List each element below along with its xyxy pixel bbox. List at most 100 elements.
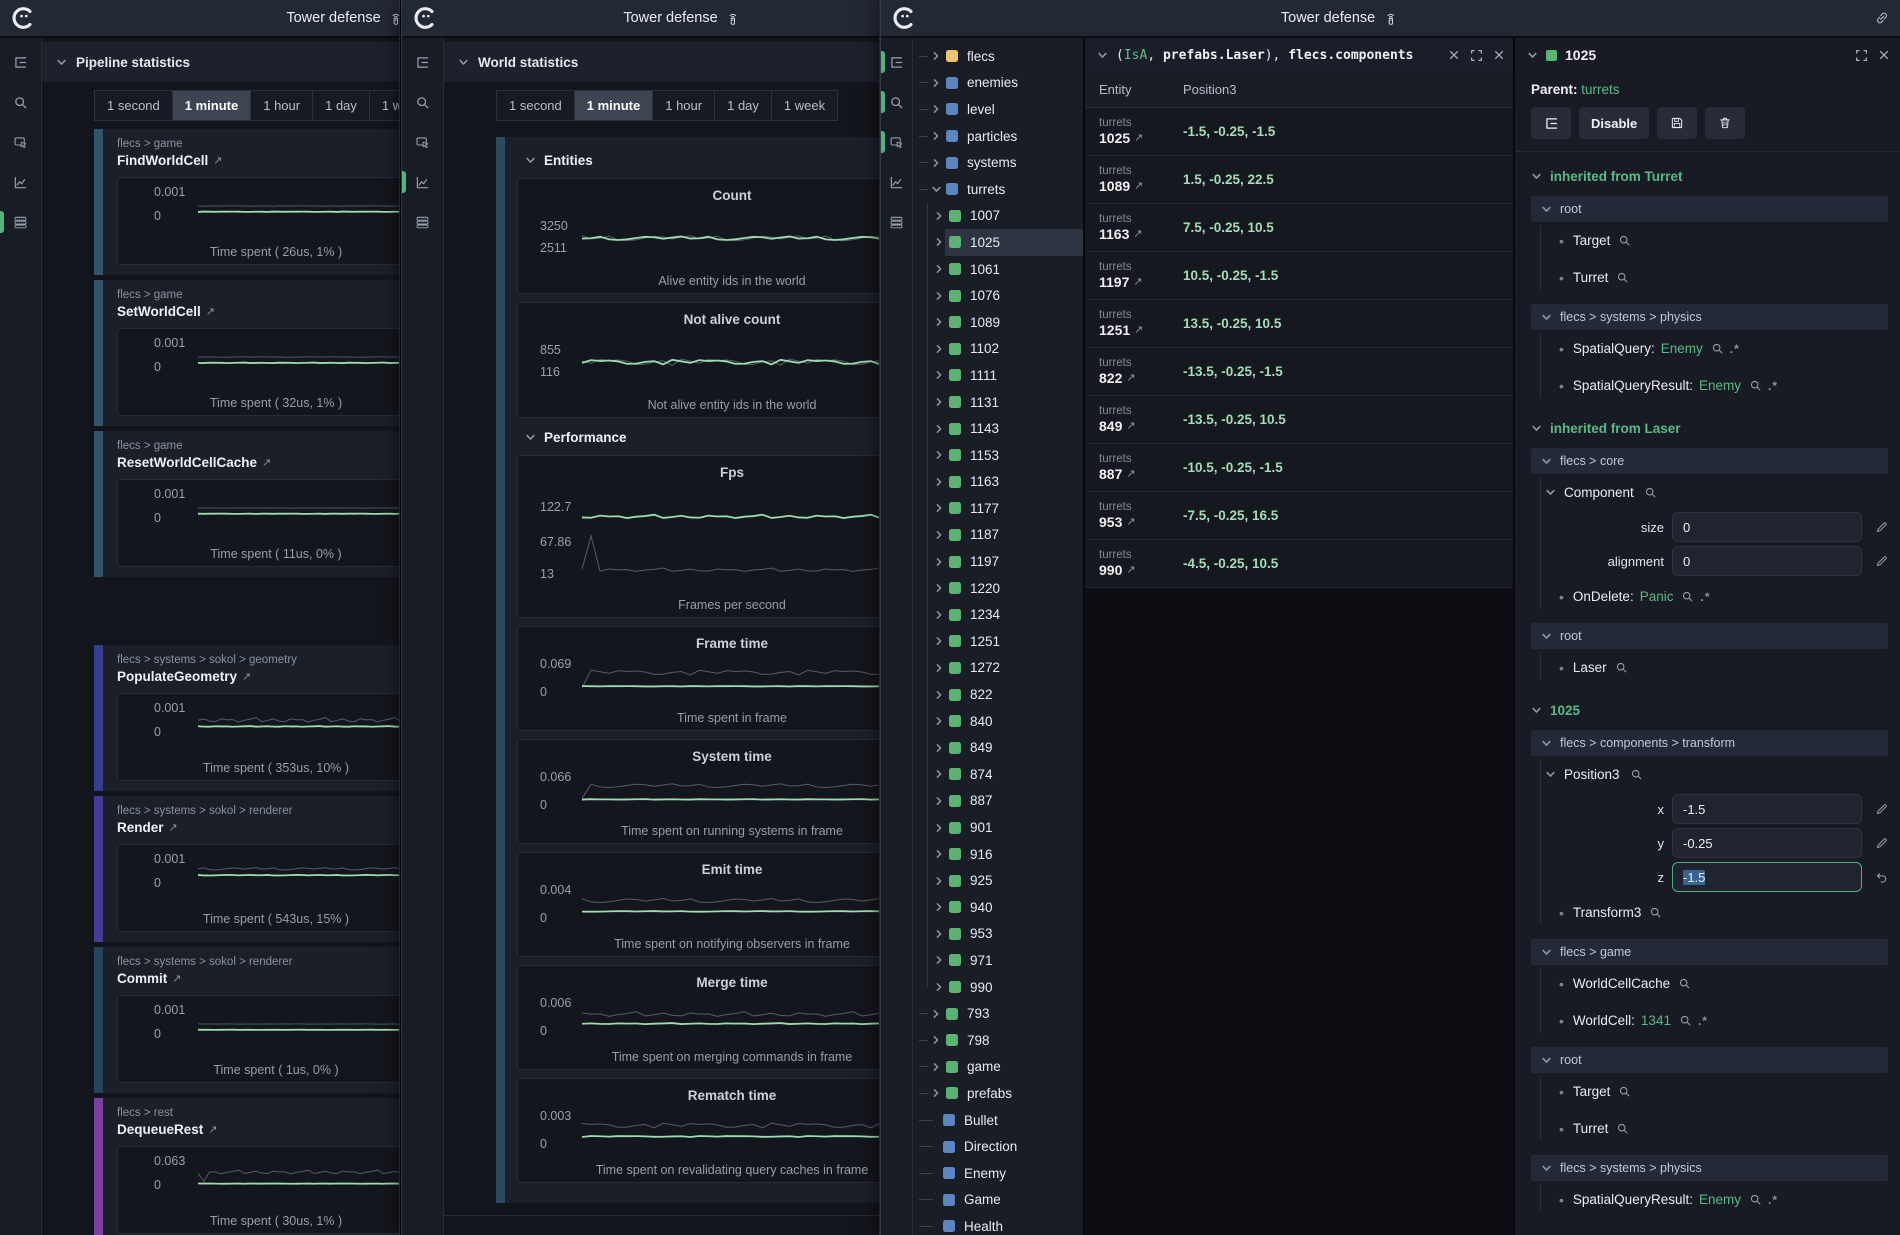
tree-item-1131[interactable]: 1131 — [913, 389, 1083, 416]
close-panel-icon[interactable] — [1493, 49, 1505, 61]
component-item-OnDelete[interactable]: •OnDelete:Panic.* — [1559, 578, 1888, 615]
wildcard-pair-icon[interactable]: .* — [1700, 590, 1710, 604]
close-panel-icon[interactable] — [1878, 49, 1890, 61]
tree-item-916[interactable]: 916 — [913, 841, 1083, 868]
chevron-right-icon[interactable] — [933, 902, 945, 912]
section-header-performance[interactable]: Performance — [525, 430, 879, 445]
component-item-Laser[interactable]: •Laser — [1559, 649, 1888, 686]
search-icon[interactable] — [1644, 486, 1657, 499]
chevron-right-icon[interactable] — [933, 823, 945, 833]
tree-item-940[interactable]: 940 — [913, 894, 1083, 921]
chevron-right-icon[interactable] — [930, 131, 942, 141]
tree-item-953[interactable]: 953 — [913, 921, 1083, 948]
tree-item-Direction[interactable]: Direction — [913, 1133, 1083, 1160]
external-link-icon[interactable]: ↗ — [242, 667, 251, 687]
query-result-row[interactable]: turrets1163↗7.5, -0.25, 10.5 — [1085, 204, 1513, 252]
component-item-SpatialQueryResult[interactable]: •SpatialQueryResult:Enemy.* — [1559, 1181, 1888, 1218]
component-value-link[interactable]: Enemy — [1661, 341, 1703, 356]
clear-query-icon[interactable] — [1448, 49, 1460, 61]
tab-1-second[interactable]: 1 second — [497, 91, 575, 120]
search-icon[interactable] — [1749, 1193, 1762, 1206]
section-header-entities[interactable]: Entities — [525, 153, 879, 168]
query-expression[interactable]: (IsA, prefabs.Laser), flecs.components — [1116, 48, 1440, 63]
chevron-down-icon[interactable] — [1527, 50, 1538, 61]
tree-item-1025[interactable]: 1025 — [913, 229, 1083, 256]
query-result-row[interactable]: turrets822↗-13.5, -0.25, -1.5 — [1085, 348, 1513, 396]
tree-item-enemies[interactable]: enemies — [913, 70, 1083, 97]
edit-icon[interactable] — [1862, 837, 1888, 850]
component-value-link[interactable]: Panic — [1640, 589, 1674, 604]
tree-item-1007[interactable]: 1007 — [913, 203, 1083, 230]
tree-item-1177[interactable]: 1177 — [913, 495, 1083, 522]
expand-panel-icon[interactable] — [1855, 49, 1868, 62]
chevron-right-icon[interactable] — [930, 1062, 942, 1072]
chevron-right-icon[interactable] — [933, 929, 945, 939]
chevron-right-icon[interactable] — [930, 1035, 942, 1045]
tree-item-prefabs[interactable]: prefabs — [913, 1080, 1083, 1107]
chevron-right-icon[interactable] — [933, 344, 945, 354]
external-link-icon[interactable]: ↗ — [172, 969, 181, 989]
component-expanded-Component[interactable]: Component — [1545, 474, 1888, 510]
chevron-right-icon[interactable] — [933, 982, 945, 992]
component-item-WorldCellCache[interactable]: •WorldCellCache — [1559, 965, 1888, 1002]
component-scope-bar[interactable]: flecs > core — [1531, 448, 1888, 474]
chevron-right-icon[interactable] — [933, 876, 945, 886]
chevron-right-icon[interactable] — [933, 397, 945, 407]
query-result-row[interactable]: turrets953↗-7.5, -0.25, 16.5 — [1085, 492, 1513, 540]
chevron-right-icon[interactable] — [933, 211, 945, 221]
field-input-size[interactable]: 0 — [1672, 512, 1862, 542]
chevron-right-icon[interactable] — [933, 530, 945, 540]
component-item-SpatialQueryResult[interactable]: •SpatialQueryResult:Enemy.* — [1559, 367, 1888, 404]
tree-item-990[interactable]: 990 — [913, 974, 1083, 1001]
external-link-icon[interactable]: ↗ — [1126, 420, 1135, 434]
search-icon[interactable] — [1616, 1122, 1629, 1135]
edit-icon[interactable] — [1862, 521, 1888, 534]
wildcard-pair-icon[interactable]: .* — [1698, 1014, 1708, 1028]
query-result-row[interactable]: turrets1025↗-1.5, -0.25, -1.5 — [1085, 108, 1513, 156]
chevron-right-icon[interactable] — [933, 690, 945, 700]
tab-1-day[interactable]: 1 day — [715, 91, 772, 120]
share-link-icon[interactable] — [1874, 10, 1890, 26]
tree-item-849[interactable]: 849 — [913, 734, 1083, 761]
component-scope-bar[interactable]: root — [1531, 1047, 1888, 1073]
tree-item-798[interactable]: 798 — [913, 1027, 1083, 1054]
wildcard-pair-icon[interactable]: .* — [1730, 342, 1740, 356]
search-icon[interactable] — [1618, 234, 1631, 247]
undo-icon[interactable] — [1862, 871, 1888, 884]
tree-item-840[interactable]: 840 — [913, 708, 1083, 735]
sidebar-query-button[interactable] — [0, 82, 41, 122]
expand-panel-icon[interactable] — [1470, 49, 1483, 62]
chevron-right-icon[interactable] — [933, 237, 945, 247]
parent-link[interactable]: turrets — [1581, 82, 1619, 97]
sidebar-query-button[interactable] — [402, 82, 443, 122]
chevron-right-icon[interactable] — [933, 769, 945, 779]
tree-item-turrets[interactable]: turrets — [913, 176, 1083, 203]
tree-item-game[interactable]: game — [913, 1054, 1083, 1081]
chevron-right-icon[interactable] — [933, 583, 945, 593]
component-scope-bar[interactable]: flecs > systems > physics — [1531, 1155, 1888, 1181]
external-link-icon[interactable]: ↗ — [1126, 468, 1135, 482]
external-link-icon[interactable]: ↗ — [1134, 324, 1143, 338]
sidebar-inspector-button[interactable] — [881, 122, 912, 162]
component-scope-bar[interactable]: flecs > game — [1531, 939, 1888, 965]
show-in-tree-button[interactable] — [1531, 107, 1571, 139]
tree-item-1163[interactable]: 1163 — [913, 469, 1083, 496]
tree-item-1111[interactable]: 1111 — [913, 362, 1083, 389]
query-result-row[interactable]: turrets1251↗13.5, -0.25, 10.5 — [1085, 300, 1513, 348]
query-result-row[interactable]: turrets1089↗1.5, -0.25, 22.5 — [1085, 156, 1513, 204]
chevron-right-icon[interactable] — [933, 796, 945, 806]
tab-1-week[interactable]: 1 week — [370, 91, 399, 120]
chevron-right-icon[interactable] — [933, 716, 945, 726]
external-link-icon[interactable]: ↗ — [213, 151, 222, 171]
chevron-down-icon[interactable] — [930, 184, 942, 195]
chevron-right-icon[interactable] — [933, 317, 945, 327]
component-item-Turret[interactable]: •Turret — [1559, 259, 1888, 296]
tree-item-822[interactable]: 822 — [913, 681, 1083, 708]
component-item-Target[interactable]: •Target — [1559, 1073, 1888, 1110]
titlebar[interactable]: Tower defense — [0, 0, 399, 38]
tab-1-minute[interactable]: 1 minute — [575, 91, 653, 120]
search-icon[interactable] — [1616, 271, 1629, 284]
save-button[interactable] — [1657, 107, 1697, 139]
chevron-right-icon[interactable] — [930, 1009, 942, 1019]
tree-item-1272[interactable]: 1272 — [913, 655, 1083, 682]
